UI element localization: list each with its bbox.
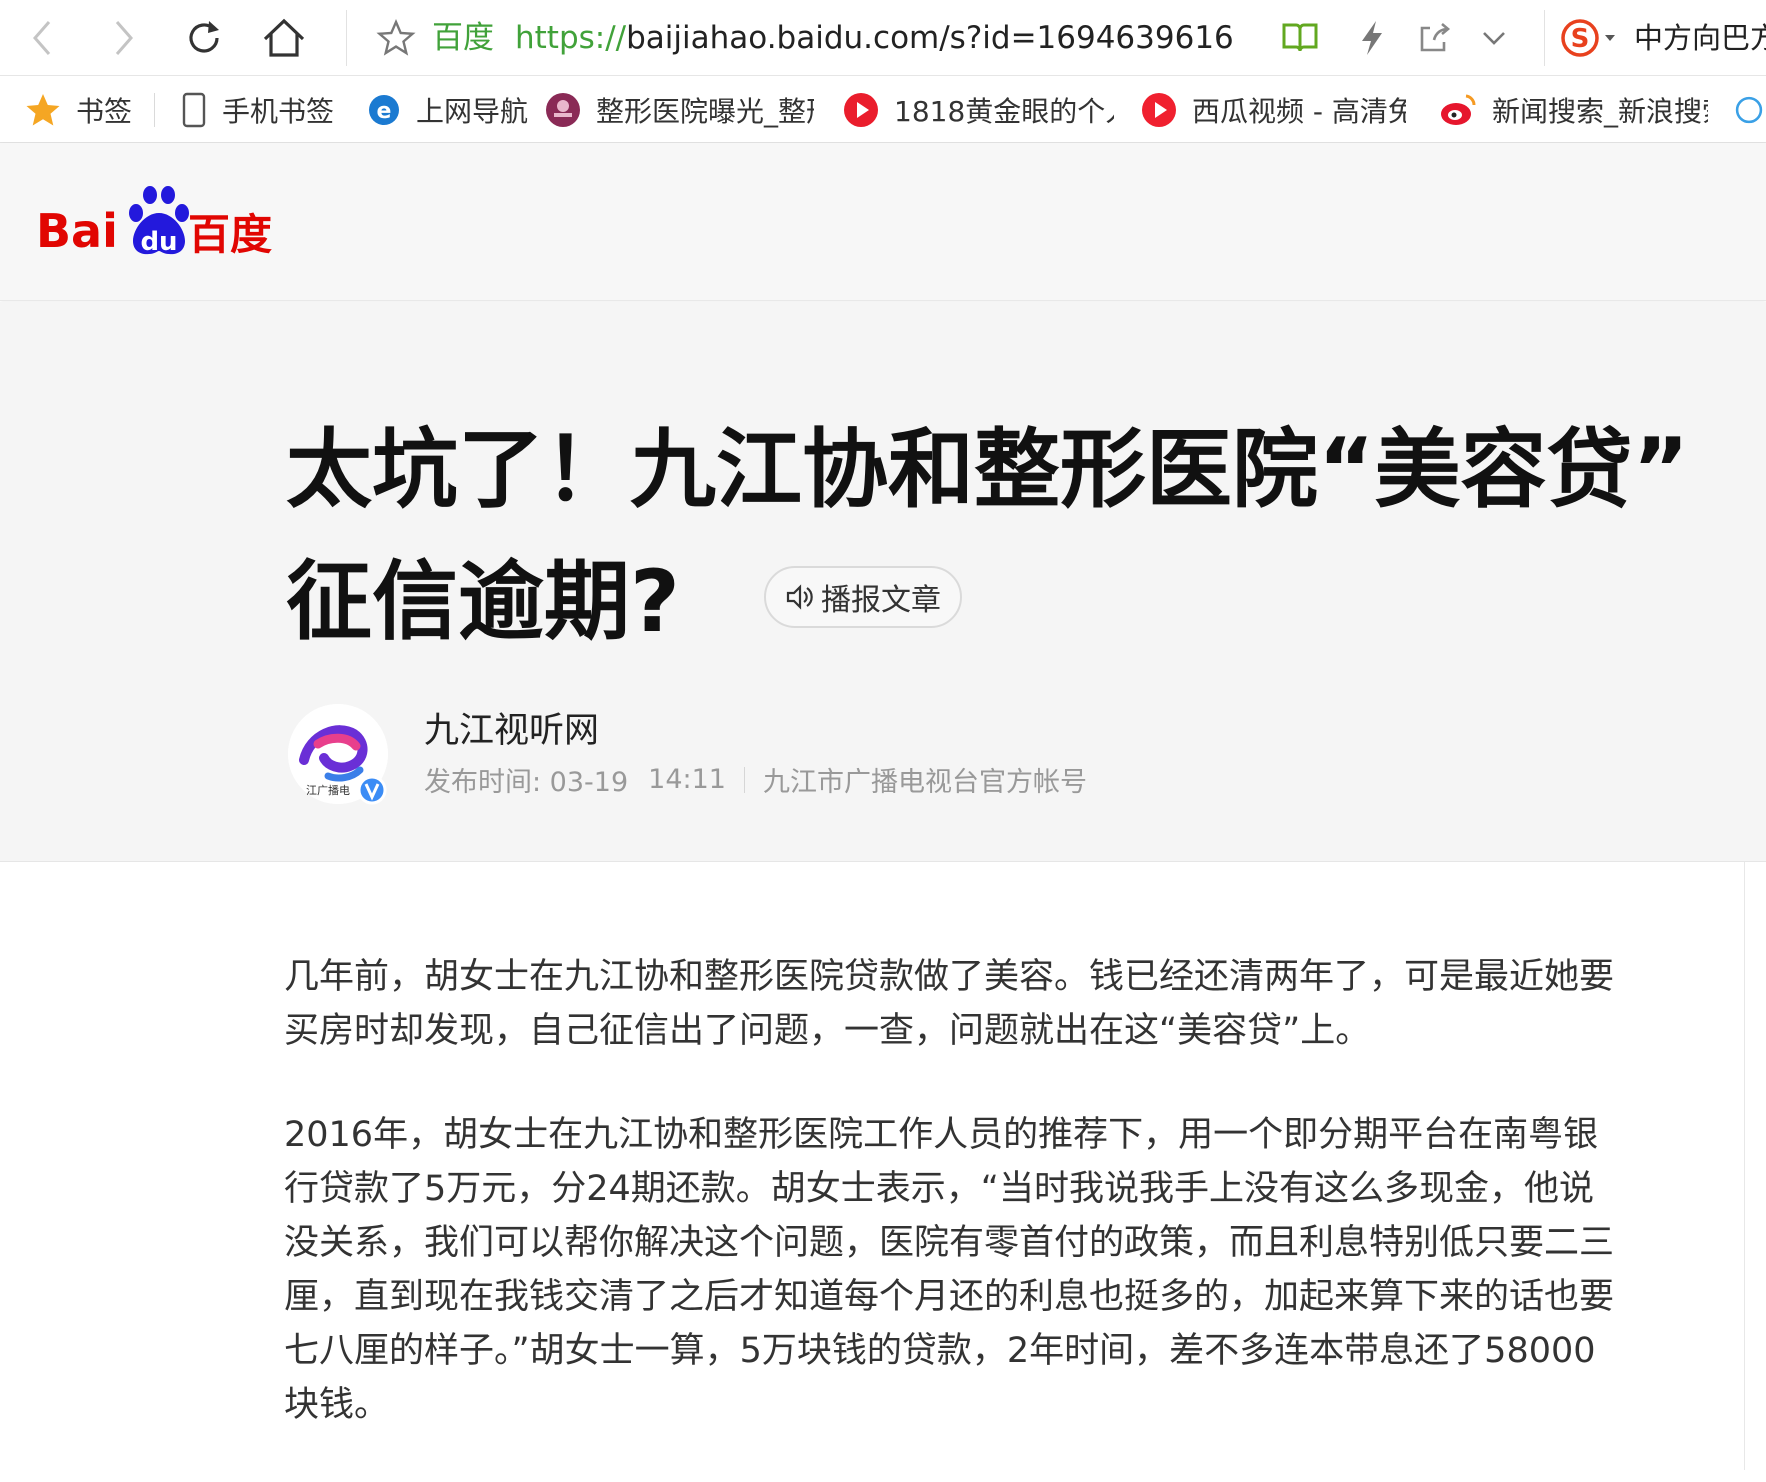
toolbar-separator: [1544, 10, 1545, 66]
ie-icon: e: [366, 92, 402, 128]
lightning-icon: [1362, 21, 1382, 55]
publish-date: 发布时间: 03-19: [424, 767, 629, 798]
home-icon: [263, 18, 305, 57]
bookmark-label: 1818黄金眼的个人: [894, 95, 1114, 128]
phone-icon: [180, 91, 208, 129]
read-aloud-label: 播报文章: [821, 583, 941, 618]
article-title-line: 太坑了！九江协和整形医院“美容贷”: [286, 420, 1690, 520]
reload-button[interactable]: [178, 12, 230, 64]
clinic-icon: [544, 91, 582, 129]
back-icon: [33, 21, 51, 55]
bookmark-label: 手机书签: [222, 95, 335, 128]
bookmark-label: 新闻搜索_新浪搜索: [1492, 95, 1708, 128]
meta-separator: [743, 766, 745, 793]
article-title-line: 征信逾期?: [286, 552, 680, 652]
browser-toolbar: 百度 https://baijiahao.baidu.com/s?id=1694…: [0, 0, 1766, 76]
video-play-icon: [842, 91, 880, 129]
svg-text:S: S: [1571, 24, 1590, 54]
baidu-logo[interactable]: Bai du 百度: [36, 181, 276, 265]
share-button[interactable]: [1408, 12, 1460, 64]
bookmark-separator: [154, 93, 155, 127]
bookmark-item[interactable]: 新闻搜索_新浪搜索: [1438, 77, 1708, 143]
favorite-button[interactable]: [370, 12, 422, 64]
star-icon: [24, 92, 62, 128]
forward-icon: [115, 21, 133, 55]
bookmark-label: 书签: [76, 95, 133, 128]
bookmarks-bar: 书签 手机书签 e 上网导航 整形医院曝光_整形 1818黄金眼的个人 西瓜视频…: [0, 77, 1766, 143]
article-paragraph: 2016年，胡女士在九江协和整形医院工作人员的推荐下，用一个即分期平台在南粤银行…: [284, 1115, 1615, 1425]
more-menu-button[interactable]: [1468, 12, 1520, 64]
svg-text:du: du: [140, 227, 177, 257]
bookmark-label: 西瓜视频 - 高清免: [1192, 95, 1406, 128]
article-meta: 发布时间: 03-19 14:11 九江市广播电视台官方帐号: [424, 760, 1087, 799]
bookmark-label: 上网导航: [416, 95, 529, 128]
reader-mode-button[interactable]: [1274, 12, 1326, 64]
read-aloud-button[interactable]: 播报文章: [764, 566, 962, 628]
author-description: 九江市广播电视台官方帐号: [762, 767, 1087, 798]
avatar[interactable]: 江广播电: [288, 704, 388, 805]
search-engine-selector[interactable]: S: [1556, 12, 1626, 64]
avatar-caption: 江广播电: [306, 783, 350, 797]
article-title: 太坑了！九江协和整形医院“美容贷” 征信逾期?: [286, 404, 1766, 668]
reload-icon: [189, 21, 219, 53]
xigua-icon: [1140, 91, 1178, 129]
chevron-down-icon: [1483, 32, 1505, 45]
bookmark-overflow-icon[interactable]: [1732, 77, 1766, 143]
home-button[interactable]: [258, 12, 310, 64]
bookmark-item[interactable]: 手机书签: [180, 77, 334, 143]
author-name[interactable]: 九江视听网: [424, 702, 599, 753]
search-box-hint[interactable]: 中方向巴方: [1634, 14, 1766, 62]
bookmark-item[interactable]: e 上网导航: [366, 77, 528, 143]
article-paragraph: 几年前，胡女士在九江协和整形医院贷款做了美容。钱已经还清两年了，可是最近她要买房…: [284, 957, 1615, 1051]
star-outline-icon: [376, 18, 416, 56]
url-scheme: https://: [515, 20, 627, 56]
address-site-label[interactable]: 百度: [432, 14, 494, 62]
bookmark-item[interactable]: 西瓜视频 - 高清免: [1140, 77, 1406, 143]
weibo-icon: [1438, 92, 1478, 128]
svg-text:e: e: [377, 99, 392, 124]
article-body: 几年前，胡女士在九江协和整形医院贷款做了美容。钱已经还清两年了，可是最近她要买房…: [284, 950, 1624, 1482]
share-icon: [1420, 23, 1451, 52]
toolbar-separator: [346, 10, 347, 66]
sogou-icon: S: [1561, 19, 1615, 57]
site-header: Bai du 百度: [0, 143, 1766, 301]
svg-text:百度: 百度: [188, 210, 272, 259]
bookmark-item[interactable]: 整形医院曝光_整形: [544, 77, 814, 143]
speaker-icon: [786, 584, 813, 610]
content-divider: [1744, 862, 1745, 1470]
svg-text:Bai: Bai: [36, 204, 118, 258]
bookmark-label: 整形医院曝光_整形: [596, 95, 814, 128]
publish-time: 14:11: [648, 764, 726, 795]
bookmark-item[interactable]: 1818黄金眼的个人: [842, 77, 1114, 143]
reader-mode-icon: [1282, 23, 1318, 52]
article-hero: 太坑了！九江协和整形医院“美容贷” 征信逾期? 播报文章 江广播电 九江视听网 …: [0, 302, 1766, 862]
address-bar[interactable]: https://baijiahao.baidu.com/s?id=1694639…: [515, 14, 1235, 62]
forward-button[interactable]: [98, 12, 150, 64]
speed-mode-button[interactable]: [1346, 12, 1398, 64]
url-path: baijiahao.baidu.com/s?id=16946396163!: [626, 20, 1235, 56]
bookmark-item[interactable]: 书签: [24, 77, 132, 143]
back-button[interactable]: [16, 12, 68, 64]
